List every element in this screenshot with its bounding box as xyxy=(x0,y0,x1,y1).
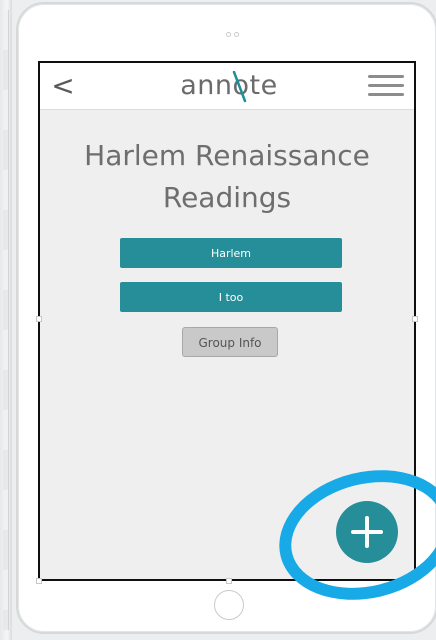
back-button[interactable]: < xyxy=(48,69,78,103)
resize-handle[interactable] xyxy=(226,578,232,584)
logo-text: annote xyxy=(180,70,278,101)
page-title: Harlem Renaissance Readings xyxy=(84,139,370,214)
adjacent-device-edge xyxy=(0,0,12,640)
resize-handle[interactable] xyxy=(36,578,42,584)
app-header: < annote xyxy=(40,63,414,110)
resize-handle[interactable] xyxy=(36,316,42,322)
hamburger-menu-icon[interactable] xyxy=(368,75,404,97)
pen-icon xyxy=(232,71,247,103)
app-logo: annote xyxy=(174,69,284,103)
home-button[interactable] xyxy=(214,590,244,620)
group-info-button[interactable]: Group Info xyxy=(182,327,278,357)
reading-button-harlem[interactable]: Harlem xyxy=(120,238,342,268)
adjacent-device-screen xyxy=(3,10,9,630)
reading-button-i-too[interactable]: I too xyxy=(120,282,342,312)
resize-handle[interactable] xyxy=(412,316,418,322)
camera-dots xyxy=(224,30,246,40)
